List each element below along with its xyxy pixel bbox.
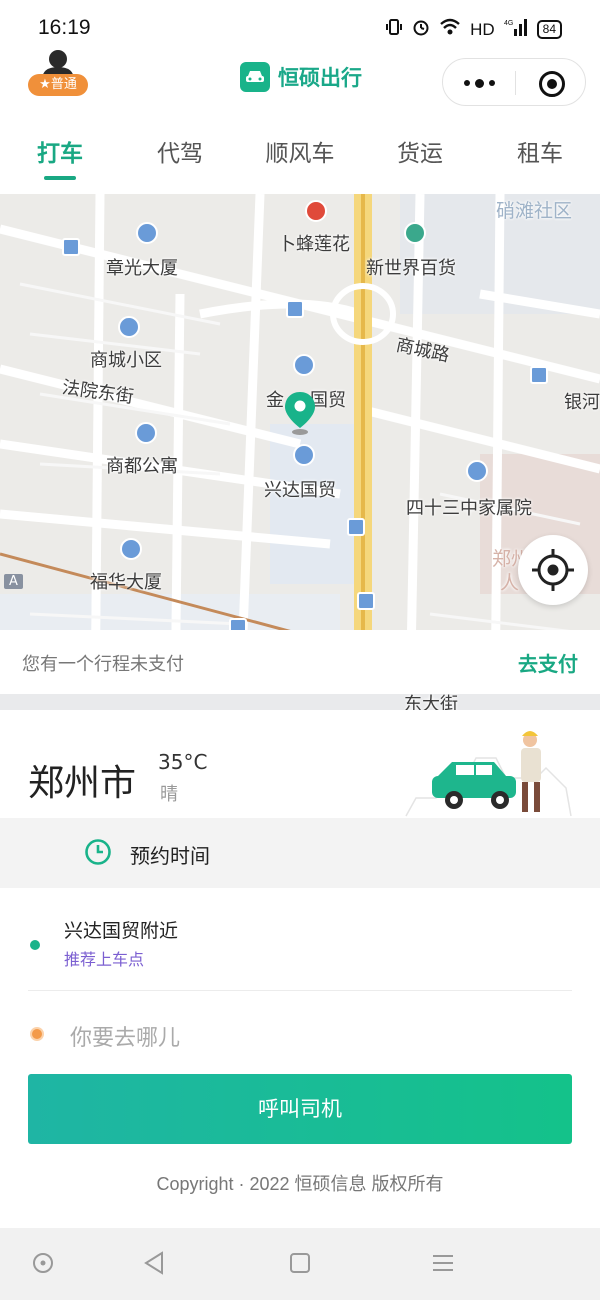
network-label: HD — [470, 19, 495, 39]
bus-stop-icon[interactable] — [347, 518, 365, 536]
map-label: 四十三中家属院 — [406, 498, 532, 519]
member-level-badge: ★普通 — [28, 74, 88, 96]
alarm-icon — [412, 18, 430, 41]
reserve-time-label: 预约时间 — [130, 844, 210, 868]
reserve-time-row[interactable]: 预约时间 — [0, 818, 600, 888]
poi-building-icon[interactable] — [120, 538, 142, 560]
map-label: 人 — [500, 572, 520, 594]
bus-stop-icon[interactable] — [530, 366, 548, 384]
poi-building-icon[interactable] — [136, 222, 158, 244]
tab-carpool[interactable]: 顺风车 — [240, 128, 360, 184]
location-divider — [28, 990, 572, 991]
poi-building-icon[interactable] — [135, 422, 157, 444]
service-tabs: 打车 代驾 顺风车 货运 租车 — [0, 128, 600, 184]
poi-mall-icon[interactable] — [404, 222, 426, 244]
map-a-marker: A — [4, 574, 23, 589]
map-label: 硝滩社区 — [496, 200, 573, 222]
locate-me-button[interactable] — [518, 535, 588, 605]
status-bar: 16:19 HD 4G 84 — [0, 0, 600, 56]
weather-card: 郑州市 35°C 晴 — [0, 710, 600, 818]
signal-icon: 4G — [504, 18, 528, 41]
destination-placeholder: 你要去哪儿 — [70, 1026, 181, 1051]
destination-dot-icon — [30, 1027, 44, 1041]
status-icons: HD 4G 84 — [385, 18, 562, 41]
poi-building-icon[interactable] — [293, 354, 315, 376]
app-brand: 恒硕出行 — [240, 62, 362, 92]
poi-building-icon[interactable] — [118, 316, 140, 338]
tab-freight[interactable]: 货运 — [360, 128, 480, 184]
bus-stop-icon[interactable] — [62, 238, 80, 256]
temperature: 35°C — [158, 750, 208, 774]
vibrate-icon — [385, 18, 403, 41]
tab-designated-driver[interactable]: 代驾 — [120, 128, 240, 184]
poi-building-icon[interactable] — [293, 444, 315, 466]
tab-taxi[interactable]: 打车 — [0, 128, 120, 184]
map-label: 商都公寓 — [106, 456, 178, 477]
car-driver-illustration — [396, 728, 576, 820]
tab-car-rental[interactable]: 租车 — [480, 128, 600, 184]
user-avatar[interactable]: ★普通 — [26, 50, 90, 102]
unpaid-trip-message: 您有一个行程未支付 — [22, 654, 184, 675]
svg-text:4G: 4G — [504, 20, 513, 27]
app-name: 恒硕出行 — [278, 66, 362, 90]
map-label: 新世界百货 — [366, 258, 456, 279]
capsule-divider — [515, 71, 516, 95]
pickup-location-row[interactable]: 兴达国贸附近 推荐上车点 — [0, 900, 600, 990]
map-label: 银河 — [564, 392, 600, 413]
bus-stop-icon[interactable] — [357, 592, 375, 610]
current-location-pin-icon — [283, 390, 317, 436]
pickup-address: 兴达国贸附近 — [64, 920, 179, 942]
pickup-hint: 推荐上车点 — [64, 950, 145, 969]
call-driver-button[interactable]: 呼叫司机 — [28, 1074, 572, 1144]
city-name: 郑州市 — [28, 763, 137, 804]
back-triangle-icon[interactable] — [140, 1248, 170, 1278]
home-square-icon[interactable] — [285, 1248, 315, 1278]
more-icon[interactable] — [443, 59, 515, 107]
unpaid-trip-bar: 您有一个行程未支付 去支付 — [0, 630, 600, 694]
poi-building-icon[interactable] — [466, 460, 488, 482]
map-label: 金 — [266, 390, 284, 411]
wifi-icon — [439, 18, 461, 41]
map-label: 商城小区 — [90, 350, 162, 371]
bus-stop-icon[interactable] — [286, 300, 304, 318]
weather-condition: 晴 — [160, 784, 178, 805]
battery-level: 84 — [536, 20, 562, 39]
car-logo-icon — [240, 62, 270, 92]
close-miniprogram-icon[interactable] — [539, 71, 565, 97]
poi-supermarket-icon[interactable] — [305, 200, 327, 222]
clock-icon — [84, 838, 112, 866]
status-time: 16:19 — [38, 16, 91, 39]
miniprogram-capsule — [442, 58, 586, 106]
crosshair-icon — [532, 549, 574, 591]
copyright-text: Copyright · 2022 恒硕信息 版权所有 — [156, 1174, 444, 1194]
map-label: 章光大厦 — [106, 258, 178, 279]
map-label: 兴达国贸 — [264, 480, 336, 501]
go-pay-link[interactable]: 去支付 — [518, 648, 578, 677]
destination-input-row[interactable]: 你要去哪儿 — [0, 1000, 600, 1066]
pickup-dot-icon — [30, 940, 40, 950]
app-header: ★普通 恒硕出行 — [0, 50, 600, 114]
map-label: 卜蜂莲花 — [278, 234, 350, 255]
map-label: 福华大厦 — [90, 572, 162, 593]
menu-lines-icon[interactable] — [428, 1248, 458, 1278]
assistant-circle-icon[interactable] — [28, 1248, 58, 1278]
system-nav-bar — [0, 1228, 600, 1300]
